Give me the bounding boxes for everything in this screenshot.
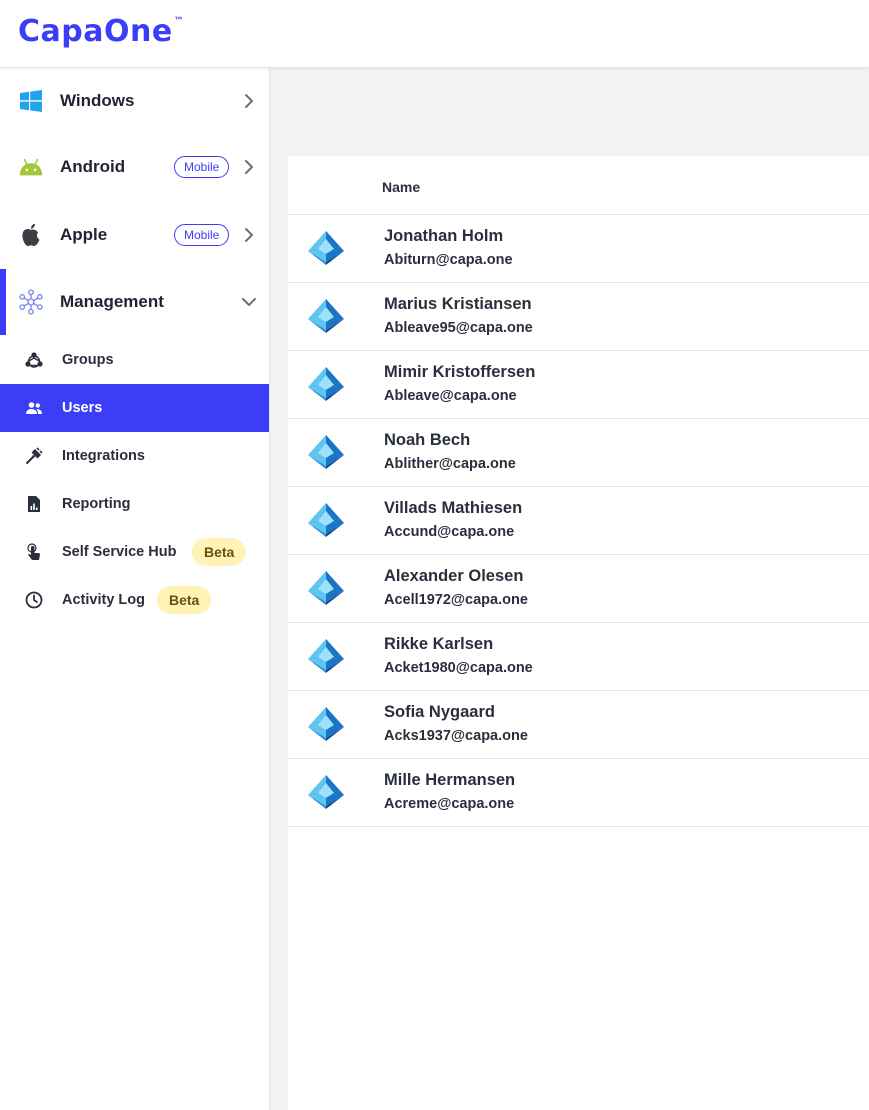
table-row[interactable]: Rikke Karlsen Acket1980@capa.one <box>288 623 869 691</box>
user-name: Rikke Karlsen <box>384 635 494 653</box>
user-name: Villads Mathiesen <box>384 499 523 517</box>
sidebar-item-label: Groups <box>62 352 114 368</box>
azure-ad-icon <box>308 503 344 537</box>
user-email: Ableave@capa.one <box>384 388 517 404</box>
sidebar-item-label: Reporting <box>62 496 131 512</box>
clock-icon <box>24 590 44 610</box>
network-icon <box>18 289 44 315</box>
user-email: Ableave95@capa.one <box>384 320 533 336</box>
sidebar-item-label: Android <box>60 157 126 176</box>
sidebar-item-windows[interactable]: Windows <box>0 68 269 134</box>
column-header-name[interactable]: Name <box>382 179 420 195</box>
mobile-badge: Mobile <box>174 156 230 178</box>
azure-ad-icon <box>308 367 344 401</box>
sidebar-item-activity-log[interactable]: Activity Log Beta <box>0 576 269 624</box>
table-row[interactable]: Villads Mathiesen Accund@capa.one <box>288 487 869 555</box>
chevron-down-icon <box>242 298 256 306</box>
android-icon <box>18 154 44 180</box>
user-email: Acks1937@capa.one <box>384 728 528 744</box>
sidebar-item-users[interactable]: Users <box>0 384 269 432</box>
user-email: Acell1972@capa.one <box>384 592 528 608</box>
azure-ad-icon <box>308 299 344 333</box>
beta-badge: Beta <box>157 586 212 614</box>
chevron-right-icon <box>245 94 253 108</box>
sidebar-item-label: Apple <box>60 225 108 244</box>
user-name: Alexander Olesen <box>384 567 524 585</box>
apple-icon <box>18 222 44 248</box>
sidebar-item-label: Integrations <box>62 448 145 464</box>
user-email: Acreme@capa.one <box>384 796 515 812</box>
user-name: Mimir Kristoffersen <box>384 363 536 381</box>
azure-ad-icon <box>308 571 344 605</box>
azure-ad-icon <box>308 231 344 265</box>
user-email: Accund@capa.one <box>384 524 515 540</box>
sidebar: Windows Android Mobile Apple Mobile Mana… <box>0 68 270 1110</box>
sidebar-item-label: Windows <box>60 91 135 110</box>
user-email: Ablither@capa.one <box>384 456 516 472</box>
user-name: Jonathan Holm <box>384 227 504 245</box>
sidebar-item-label: Users <box>62 400 103 416</box>
windows-icon <box>18 88 44 114</box>
chevron-right-icon <box>245 228 253 242</box>
logo-text: CapaOne <box>18 14 173 49</box>
azure-ad-icon <box>308 639 344 673</box>
azure-ad-icon <box>308 707 344 741</box>
chevron-right-icon <box>245 160 253 174</box>
user-name: Mille Hermansen <box>384 771 516 789</box>
beta-badge: Beta <box>192 538 247 566</box>
top-bar: CapaOne™ <box>0 0 869 68</box>
table-row[interactable]: Alexander Olesen Acell1972@capa.one <box>288 555 869 623</box>
table-row[interactable]: Mille Hermansen Acreme@capa.one <box>288 759 869 827</box>
table-row[interactable]: Jonathan Holm Abiturn@capa.one <box>288 215 869 283</box>
logo-trademark: ™ <box>173 16 185 27</box>
mobile-badge: Mobile <box>174 224 230 246</box>
user-name: Marius Kristiansen <box>384 295 532 313</box>
user-email: Acket1980@capa.one <box>384 660 533 676</box>
groups-icon <box>24 350 44 370</box>
sidebar-item-android[interactable]: Android Mobile <box>0 134 269 200</box>
sidebar-item-self-service-hub[interactable]: Self Service Hub Beta <box>0 528 269 576</box>
sidebar-item-apple[interactable]: Apple Mobile <box>0 202 269 268</box>
table-row[interactable]: Marius Kristiansen Ableave95@capa.one <box>288 283 869 351</box>
azure-ad-icon <box>308 775 344 809</box>
touch-icon <box>24 542 44 562</box>
sidebar-item-label: Activity Log <box>62 592 145 608</box>
active-indicator <box>0 269 6 335</box>
plug-icon <box>24 446 44 466</box>
users-icon <box>24 398 44 418</box>
sidebar-item-reporting[interactable]: Reporting <box>0 480 269 528</box>
user-email: Abiturn@capa.one <box>384 252 513 268</box>
table-row[interactable]: Mimir Kristoffersen Ableave@capa.one <box>288 351 869 419</box>
sidebar-item-label: Self Service Hub <box>62 544 177 560</box>
sidebar-item-management[interactable]: Management <box>0 269 269 335</box>
table-row[interactable]: Noah Bech Ablither@capa.one <box>288 419 869 487</box>
user-name: Sofia Nygaard <box>384 703 495 721</box>
sidebar-item-label: Management <box>60 292 164 311</box>
user-name: Noah Bech <box>384 431 471 449</box>
sidebar-item-groups[interactable]: Groups <box>0 336 269 384</box>
capaone-logo[interactable]: CapaOne™ <box>18 14 184 49</box>
azure-ad-icon <box>308 435 344 469</box>
table-row[interactable]: Sofia Nygaard Acks1937@capa.one <box>288 691 869 759</box>
sidebar-item-integrations[interactable]: Integrations <box>0 432 269 480</box>
users-table: Name Jonathan Holm Abiturn@capa.one Mari… <box>288 156 869 1110</box>
report-icon <box>24 494 44 514</box>
